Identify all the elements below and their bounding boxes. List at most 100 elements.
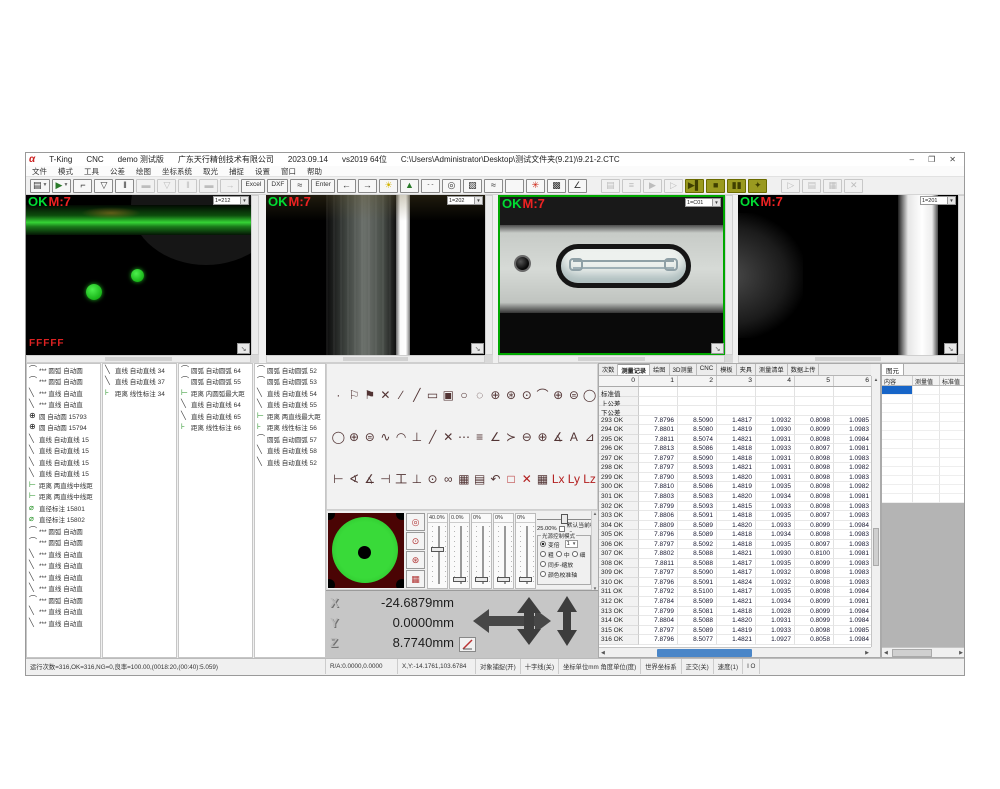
toolbar-button-25[interactable]: ∠ <box>568 179 587 193</box>
toolbar-button-4[interactable]: ‖ <box>115 179 134 193</box>
table-row[interactable]: 312 OK7.87848.50891.48211.09340.80991.09… <box>599 597 871 607</box>
menu-item-3[interactable]: 公差 <box>110 166 125 177</box>
toolbox-icon-1-13[interactable]: ⊕ <box>535 431 550 443</box>
toolbox-icon-2-0[interactable]: ⊢ <box>331 473 346 485</box>
measure-item[interactable]: ⊕圆 自动圆 15794 <box>27 422 100 434</box>
table-tab-7[interactable]: 测量清单 <box>756 364 788 375</box>
toolbar-button-23[interactable]: ✳ <box>526 179 545 193</box>
toolbox-icon-0-12[interactable]: ⊙ <box>519 389 534 401</box>
default-mode-checkbox[interactable] <box>559 526 565 532</box>
measure-item[interactable]: ╲直线 自动直线 64 <box>179 399 252 411</box>
z-jog-arrows[interactable] <box>556 595 578 647</box>
measure-item[interactable]: ╲直线 自动直线 15 <box>27 456 100 468</box>
results-table-hscrollbar[interactable]: ◀ ▶ <box>599 647 871 657</box>
toolbox-icon-0-3[interactable]: ✕ <box>378 389 393 401</box>
light-mode-ring-button[interactable]: ◎ <box>406 513 425 531</box>
camera-4-hscrollbar[interactable] <box>738 355 958 363</box>
toolbox-icon-1-11[interactable]: ≻ <box>504 431 519 443</box>
close-button[interactable]: ✕ <box>949 155 956 164</box>
toolbar-button-17[interactable]: ▲ <box>400 179 419 193</box>
camera-4-image[interactable]: OKM:7 1=201▼ <box>738 195 958 355</box>
camera-3-hscrollbar[interactable] <box>498 355 725 363</box>
camera-2-vscrollbar[interactable] <box>485 195 493 355</box>
toolbar-button-27[interactable]: ▤ <box>601 179 620 193</box>
menu-item-4[interactable]: 绘图 <box>136 166 151 177</box>
measure-item[interactable]: ⌒圆弧 自动圆弧 57 <box>255 433 325 445</box>
toolbox-icon-2-6[interactable]: ⊙ <box>425 473 440 485</box>
table-tab-0[interactable]: 次数 <box>599 364 618 375</box>
menu-item-0[interactable]: 文件 <box>32 166 47 177</box>
toolbox-icon-2-16[interactable]: Lz <box>582 473 597 485</box>
element-row[interactable] <box>882 494 965 503</box>
measure-item[interactable]: ╲*** 直线 自动直 <box>27 560 100 572</box>
measure-item[interactable]: ⊢距离 两直线中线距 <box>27 479 100 491</box>
measure-item[interactable]: ╲*** 直线 自动直 <box>27 606 100 618</box>
table-row[interactable]: 标准值 <box>599 387 871 397</box>
camera-1-scale-dropdown[interactable]: 1=212▼ <box>213 196 249 205</box>
light-mode-coaxial-button[interactable]: ⊙ <box>406 532 425 550</box>
slider-thumb[interactable] <box>519 577 532 582</box>
camera-2-zoom-icon[interactable]: ↘ <box>471 343 484 354</box>
toolbox-icon-2-13[interactable]: ▦ <box>535 473 550 485</box>
toolbox-icon-0-6[interactable]: ▭ <box>425 389 440 401</box>
camera-3-image[interactable]: OKM:7 1=C01▼ <box>498 195 725 355</box>
toolbox-icon-2-7[interactable]: ∞ <box>441 473 456 485</box>
measure-item[interactable]: ╲直线 自动直线 52 <box>255 456 325 468</box>
measure-item[interactable]: ╲直线 自动直线 15 <box>27 433 100 445</box>
menu-item-1[interactable]: 模式 <box>58 166 73 177</box>
toolbox-icon-2-5[interactable]: ⊥ <box>410 473 425 485</box>
table-row[interactable]: 315 OK7.87978.50891.48191.09330.80981.09… <box>599 626 871 636</box>
toolbar-button-11[interactable]: DXF <box>267 179 288 193</box>
measure-item[interactable]: ⊢距离 两直线最大距 <box>255 410 325 422</box>
toolbox-icon-0-7[interactable]: ▣ <box>441 389 456 401</box>
element-row[interactable] <box>882 449 965 458</box>
measure-item[interactable]: ⌒*** 圆弧 自动圆 <box>27 525 100 537</box>
measure-item[interactable]: ╲直线 自动直线 58 <box>255 445 325 457</box>
toolbox-icon-1-9[interactable]: ≡ <box>472 431 487 443</box>
toolbar-button-8[interactable]: ▬ <box>199 179 218 193</box>
toolbox-icon-2-15[interactable]: Ly <box>567 473 582 485</box>
camera-4-zoom-icon[interactable]: ↘ <box>944 343 957 354</box>
toolbox-icon-0-1[interactable]: ⚐ <box>347 389 362 401</box>
element-row[interactable] <box>882 404 965 413</box>
camera-3-vscrollbar[interactable] <box>725 195 733 355</box>
hscroll-thumb[interactable] <box>892 649 932 657</box>
scroll-right-icon[interactable]: ▶ <box>959 650 965 656</box>
toolbar-button-31[interactable]: ▶▌ <box>685 179 704 193</box>
toolbar-button-37[interactable]: ▤ <box>802 179 821 193</box>
toolbar-button-9[interactable]: → <box>220 179 239 193</box>
measure-item[interactable]: ╲直线 自动直线 37 <box>103 376 176 388</box>
table-tab-1[interactable]: 测量记录 <box>618 364 650 375</box>
light-slider-2[interactable]: 0% <box>471 513 492 589</box>
table-row[interactable]: 297 OK7.87978.50901.48181.09310.80981.09… <box>599 454 871 464</box>
table-tab-6[interactable]: 夹具 <box>737 364 756 375</box>
measure-item[interactable]: ╲直线 自动直线 65 <box>179 410 252 422</box>
toolbar-button-1[interactable]: ▶▼ <box>52 179 71 193</box>
toolbox-icon-2-12[interactable]: ✕ <box>519 473 534 485</box>
table-row[interactable]: 301 OK7.88038.50831.48201.09340.80981.09… <box>599 492 871 502</box>
light-slider-4[interactable]: 0% <box>515 513 536 589</box>
scroll-left-icon[interactable]: ◀ <box>882 650 888 656</box>
table-tab-3[interactable]: 3D测量 <box>670 364 697 375</box>
toolbar-button-12[interactable]: ≈ <box>290 179 309 193</box>
color-calibration-radio[interactable] <box>540 571 546 577</box>
toolbar-button-5[interactable]: ▬ <box>136 179 155 193</box>
table-row[interactable]: 316 OK7.87968.50771.48211.09270.80581.09… <box>599 635 871 645</box>
toolbar-button-20[interactable]: ▨ <box>463 179 482 193</box>
light-slider-0[interactable]: 40.0% <box>427 513 448 589</box>
measure-item[interactable]: ⊕圆 自动圆 15793 <box>27 410 100 422</box>
toolbox-icon-0-9[interactable]: ◌ <box>472 389 487 401</box>
minimize-button[interactable]: – <box>910 155 914 164</box>
table-row[interactable]: 308 OK7.88118.50881.48171.09350.80991.09… <box>599 559 871 569</box>
camera-view-4[interactable]: OKM:7 1=201▼ ↘ <box>738 195 965 363</box>
zoom-radio[interactable] <box>540 541 546 547</box>
menu-item-8[interactable]: 设置 <box>255 166 270 177</box>
slider-thumb[interactable] <box>497 577 510 582</box>
toolbar-button-0[interactable]: ▤▼ <box>30 179 50 193</box>
table-row[interactable]: 294 OK7.88018.50801.48191.09300.80991.09… <box>599 425 871 435</box>
toolbar-button-3[interactable]: ▽ <box>94 179 113 193</box>
table-row[interactable]: 303 OK7.88068.50911.48181.09350.80971.09… <box>599 511 871 521</box>
toolbox-icon-2-3[interactable]: ⊣ <box>378 473 393 485</box>
measure-item[interactable]: ╲*** 直线 自动直 <box>27 399 100 411</box>
toolbox-icon-2-9[interactable]: ▤ <box>472 473 487 485</box>
